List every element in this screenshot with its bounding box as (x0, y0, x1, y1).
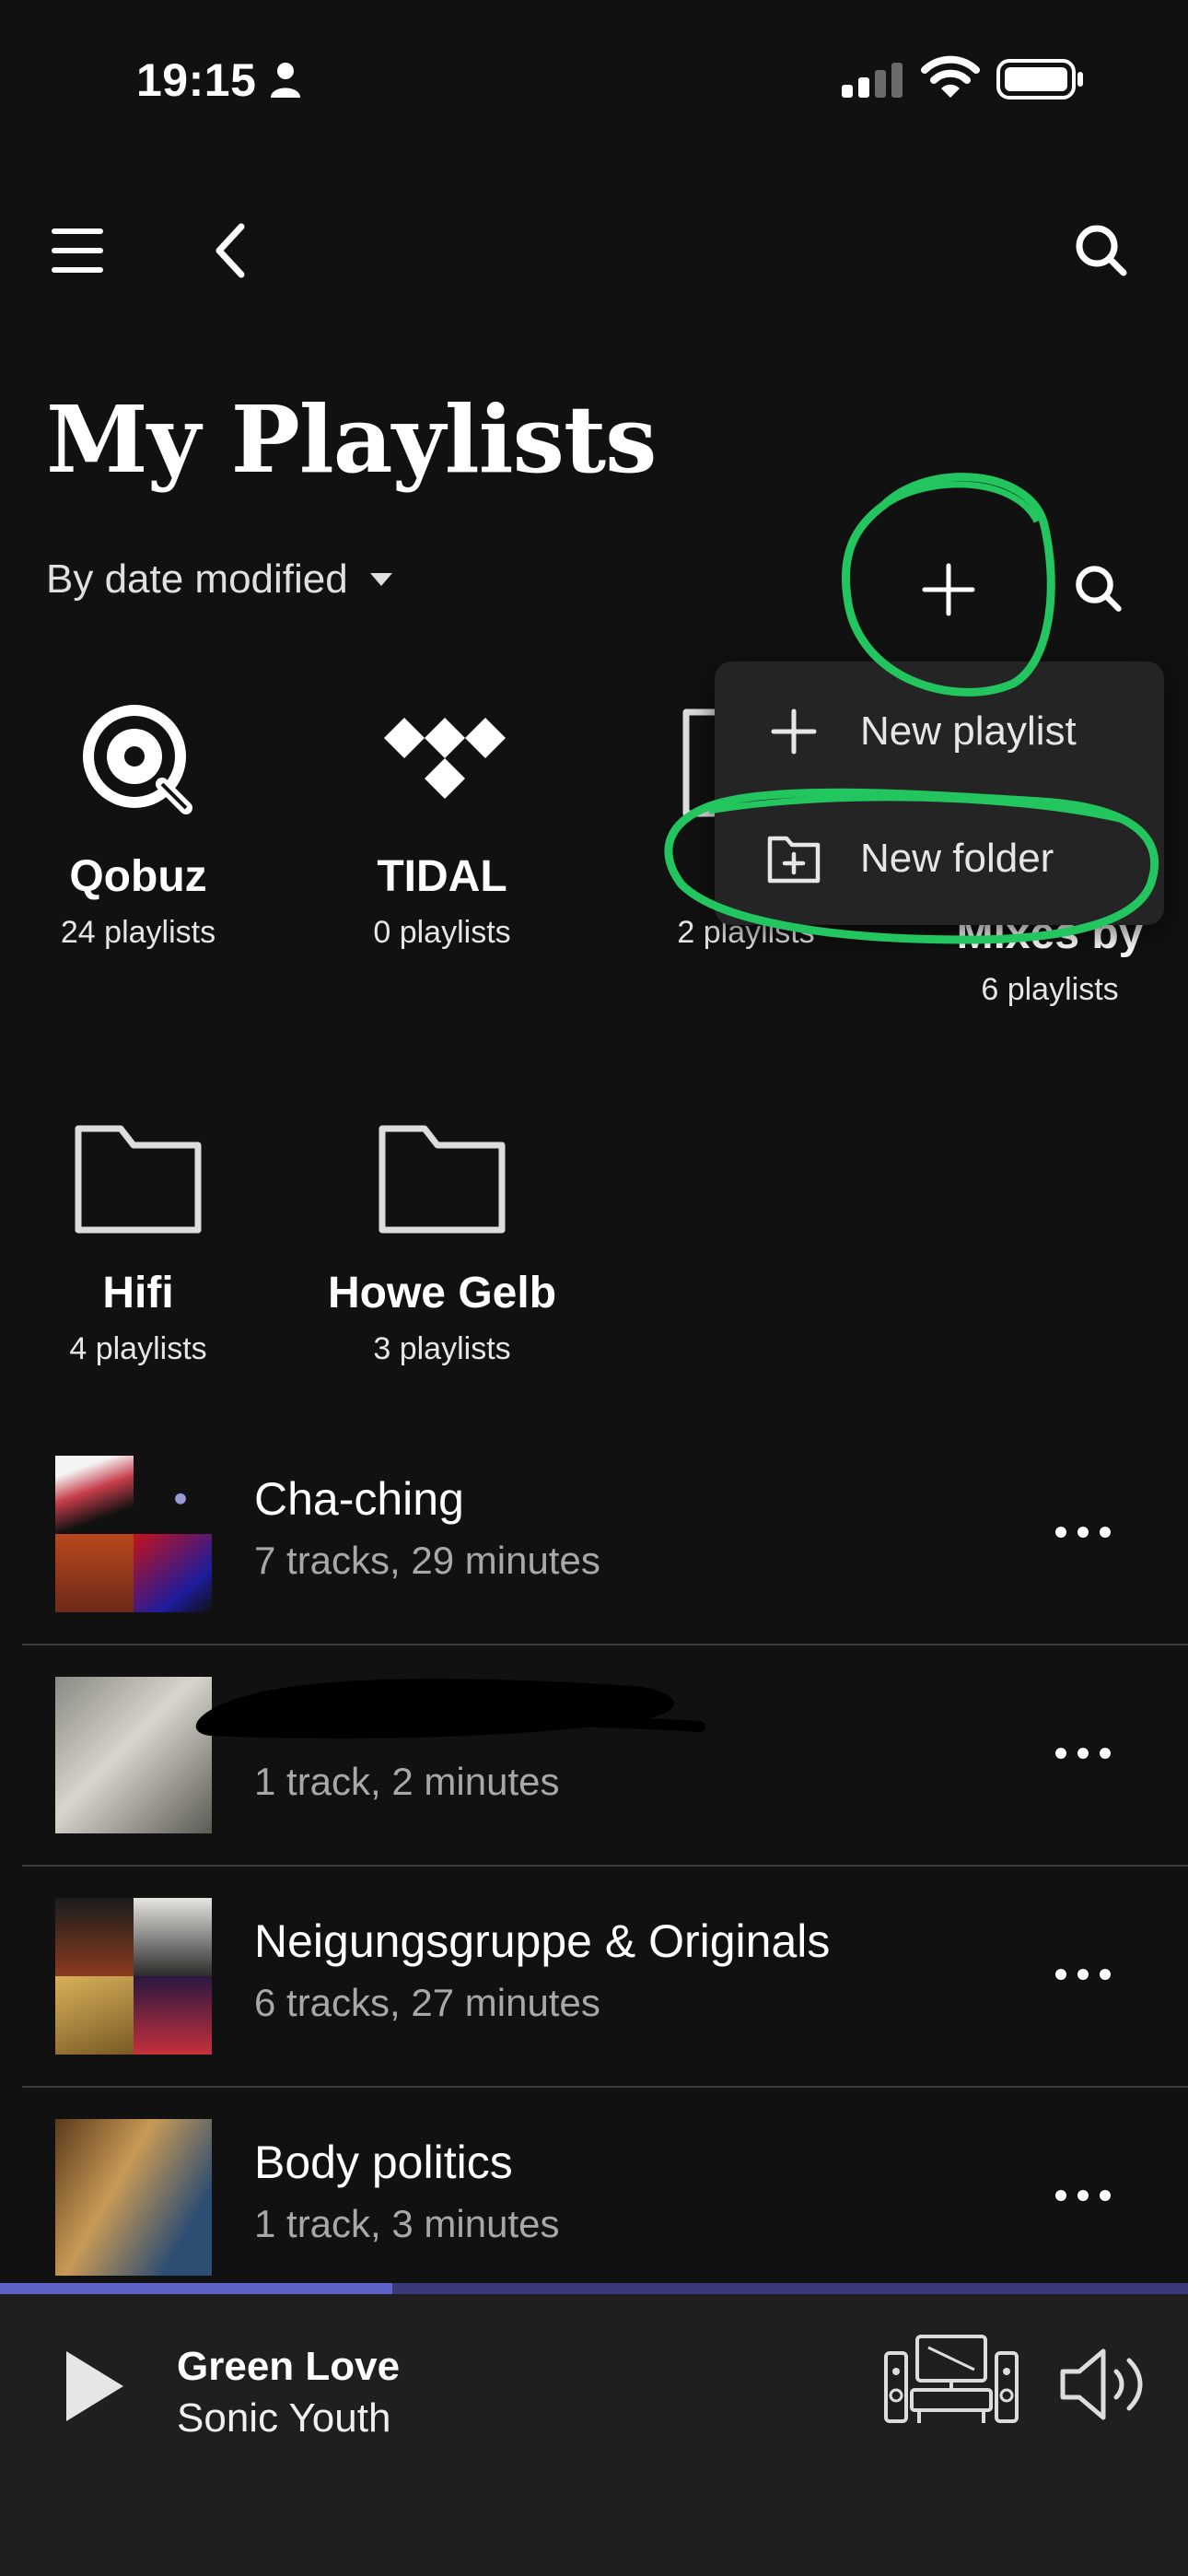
new-playlist-menu-item[interactable]: New playlist (715, 667, 1164, 796)
tile-count: 0 playlists (373, 915, 511, 950)
playlist-title: Body politics (254, 2137, 513, 2188)
more-options-button[interactable] (1037, 1942, 1129, 2007)
hamburger-menu-button[interactable] (31, 205, 123, 297)
tile-qobuz[interactable]: Qobuz 24 playlists (0, 682, 276, 951)
back-button[interactable] (184, 205, 276, 297)
play-icon (66, 2351, 123, 2421)
wifi-icon (921, 55, 980, 100)
filter-search-button[interactable] (1057, 547, 1140, 630)
tile-name: Qobuz (69, 852, 207, 901)
playlist-artwork (55, 1456, 212, 1612)
person-icon (269, 61, 302, 98)
plus-icon (757, 695, 831, 768)
cellular-signal-icon (840, 61, 904, 98)
playlist-subtitle: 7 tracks, 29 minutes (254, 1539, 600, 1582)
hamburger-icon (52, 228, 103, 273)
tile-folder-howe-gelb[interactable]: Howe Gelb 3 playlists (304, 1098, 580, 1367)
sort-label: By date modified (46, 556, 348, 602)
chevron-left-icon (215, 223, 245, 278)
tile-name: Howe Gelb (327, 1269, 557, 1317)
menu-item-label: New folder (860, 836, 1054, 881)
more-options-button[interactable] (1037, 1721, 1129, 1786)
battery-icon (996, 57, 1085, 101)
speaker-system-icon (884, 2335, 1019, 2423)
page-title: My Playlists (46, 385, 657, 494)
playlist-row[interactable]: Body politics 1 track, 3 minutes (22, 2086, 1188, 2307)
folder-icon (0, 1098, 276, 1255)
caret-down-icon (369, 573, 392, 586)
more-options-button[interactable] (1037, 1500, 1129, 1564)
playlist-subtitle: 6 tracks, 27 minutes (254, 1981, 600, 2024)
tile-count: 3 playlists (373, 1331, 511, 1366)
now-playing-artist: Sonic Youth (177, 2395, 391, 2441)
playlist-artwork (55, 1898, 212, 2055)
tile-name: Hifi (102, 1269, 174, 1317)
tile-count: 6 playlists (981, 972, 1119, 1007)
volume-button[interactable] (1055, 2338, 1157, 2430)
now-playing-title: Green Love (177, 2344, 401, 2389)
status-time: 19:15 (136, 54, 257, 106)
playlist-artwork (55, 1677, 212, 1833)
folder-plus-icon (757, 822, 831, 896)
playlist-subtitle: 1 track, 3 minutes (254, 2202, 560, 2245)
play-button[interactable] (46, 2331, 157, 2441)
qobuz-icon (0, 682, 276, 838)
playback-progress-fill (0, 2283, 392, 2294)
folder-icon (304, 1098, 580, 1255)
playlist-title: Cha-ching (254, 1473, 464, 1525)
menu-item-label: New playlist (860, 708, 1077, 754)
playlist-subtitle: 1 track, 2 minutes (254, 1760, 560, 1803)
new-folder-menu-item[interactable]: New folder (715, 794, 1164, 923)
add-menu: New playlist New folder (715, 662, 1164, 925)
more-options-button[interactable] (1037, 2163, 1129, 2228)
playlist-title: Neigungsgruppe & Originals (254, 1915, 831, 1967)
tile-folder-hifi[interactable]: Hifi 4 playlists (0, 1098, 276, 1367)
tile-count: 24 playlists (60, 915, 216, 950)
volume-icon (1060, 2348, 1143, 2420)
tile-name: TIDAL (377, 852, 507, 901)
playlist-row[interactable]: Neigungsgruppe & Originals 6 tracks, 27 … (22, 1865, 1188, 2088)
output-device-button[interactable] (882, 2331, 1020, 2432)
playlist-row[interactable]: Cha-ching 7 tracks, 29 minutes (22, 1423, 1188, 1645)
sort-dropdown[interactable]: By date modified (46, 556, 394, 603)
plus-icon (922, 563, 975, 616)
tile-tidal[interactable]: TIDAL 0 playlists (304, 682, 580, 951)
playlist-artwork (55, 2119, 212, 2276)
playback-progress-bar[interactable] (0, 2283, 1188, 2294)
playlist-row[interactable]: 1 track, 2 minutes (22, 1644, 1188, 1867)
tidal-icon (304, 682, 580, 838)
add-button[interactable] (903, 544, 995, 636)
search-icon (1076, 225, 1127, 276)
mini-player[interactable]: Green Love Sonic Youth (0, 2294, 1188, 2576)
search-button[interactable] (1055, 205, 1147, 297)
tile-count: 4 playlists (69, 1331, 207, 1366)
search-icon (1076, 566, 1122, 612)
